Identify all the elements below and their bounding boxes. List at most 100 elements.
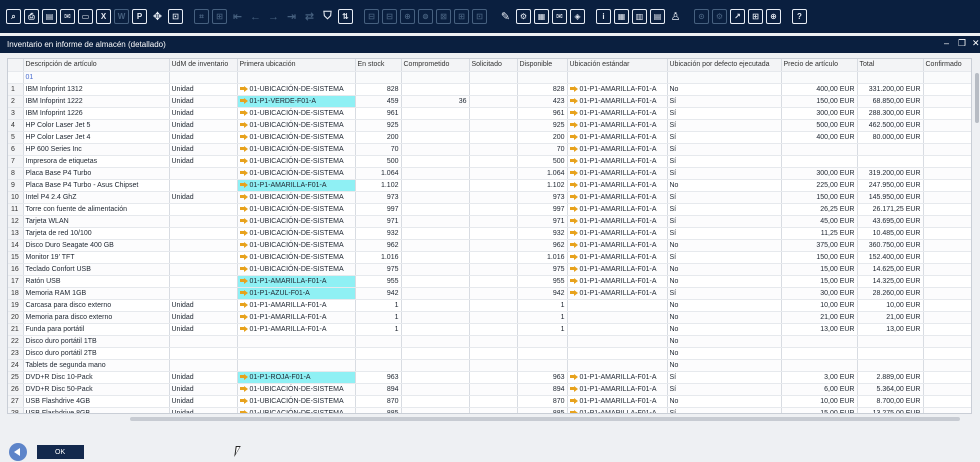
link-arrow-icon[interactable] <box>239 181 248 188</box>
cell-ub1[interactable]: 01-UBICACIÓN-DE-SISTEMA <box>237 143 356 156</box>
link-arrow-icon[interactable] <box>239 85 248 92</box>
cell-ub1[interactable]: 01-UBICACIÓN-DE-SISTEMA <box>237 167 356 180</box>
cell-ub1[interactable]: 01-UBICACIÓN-DE-SISTEMA <box>237 155 356 168</box>
sort-icon[interactable]: ⇅ <box>338 9 353 24</box>
messages-icon[interactable]: ✉ <box>552 9 567 24</box>
link-arrow-icon[interactable] <box>239 217 248 224</box>
cell-ubstd[interactable]: 01-P1-AMARILLA-F01-A <box>567 263 668 276</box>
calendar-icon[interactable]: ▦ <box>614 9 629 24</box>
chart-icon[interactable]: ↗ <box>730 9 745 24</box>
table-row[interactable]: 22 Disco duro portátil 1TB No <box>8 335 971 348</box>
info-icon[interactable]: i <box>596 9 611 24</box>
cell-ub1[interactable]: 01-P1-AZUL-F01-A <box>237 287 356 300</box>
restore-icon[interactable]: ❐ <box>958 38 966 49</box>
column-header[interactable]: UdM de inventario <box>169 59 238 72</box>
link-arrow-icon[interactable] <box>239 301 248 308</box>
filter-layout-icon[interactable]: ⊡ <box>168 9 183 24</box>
link-arrow-icon[interactable] <box>239 397 248 404</box>
link-arrow-icon[interactable] <box>239 289 248 296</box>
table-row[interactable]: 8 Placa Base P4 Turbo 01-UBICACIÓN-DE-SIST… <box>8 167 971 180</box>
cell-ub1[interactable]: 01-P1-ROJA-F01-A <box>237 371 356 384</box>
table-row[interactable]: 1 IBM Infoprint 1312 Unidad 01-UBICACIÓN-DE… <box>8 83 971 96</box>
print-preview-icon[interactable]: ▤ <box>42 9 57 24</box>
link-arrow-icon[interactable] <box>569 133 578 140</box>
link-arrow-icon[interactable] <box>239 325 248 332</box>
cell-ub1[interactable]: 01-UBICACIÓN-DE-SISTEMA <box>237 83 356 96</box>
cell-ubstd[interactable]: 01-P1-AMARILLA-F01-A <box>567 107 668 120</box>
cell-ub1[interactable]: 01-UBICACIÓN-DE-SISTEMA <box>237 227 356 240</box>
horizontal-scrollbar[interactable] <box>130 417 960 421</box>
cell-ubstd[interactable]: 01-P1-AMARILLA-F01-A <box>567 251 668 264</box>
table-row[interactable]: 5 HP Color Laser Jet 4 Unidad 01-UBICACIÓN-… <box>8 131 971 144</box>
cell-ubstd[interactable]: 01-P1-AMARILLA-F01-A <box>567 203 668 216</box>
link-arrow-icon[interactable] <box>239 409 248 413</box>
table-row[interactable]: 17 Ratón USB 01-P1-AMARILLA-F01-A 955 955 01-… <box>8 275 971 288</box>
table-row[interactable]: 11 Torre con fuente de alimentación 01-UBI… <box>8 203 971 216</box>
table-row[interactable]: 4 HP Color Laser Jet 5 Unidad 01-UBICACIÓN-… <box>8 119 971 132</box>
cell-ubstd[interactable]: 01-P1-AMARILLA-F01-A <box>567 287 668 300</box>
print-icon[interactable]: ⎙ <box>24 9 39 24</box>
link-arrow-icon[interactable] <box>569 169 578 176</box>
table-row[interactable]: 12 Tarjeta WLAN 01-UBICACIÓN-DE-SISTEMA 971… <box>8 215 971 228</box>
reports-icon[interactable]: ▤ <box>650 9 665 24</box>
link-arrow-icon[interactable] <box>239 205 248 212</box>
table-row[interactable]: 23 Disco duro portátil 2TB No <box>8 347 971 360</box>
drag-relate-icon[interactable]: ⊞ <box>748 9 763 24</box>
table-row[interactable]: 2 IBM Infoprint 1222 Unidad 01-P1-VERDE-F01… <box>8 95 971 108</box>
user-icon[interactable]: ♙ <box>668 9 683 24</box>
cell-ub1[interactable]: 01-P1-AMARILLA-F01-A <box>237 275 356 288</box>
table-row[interactable]: 28 USB Flashdrive 8GB Unidad 01-UBICACIÓN-D… <box>8 407 971 413</box>
link-arrow-icon[interactable] <box>569 145 578 152</box>
cell-ub1[interactable]: 01-P1-AMARILLA-F01-A <box>237 323 356 336</box>
link-arrow-icon[interactable] <box>569 217 578 224</box>
column-header[interactable]: En stock <box>355 59 402 72</box>
cell-ubstd[interactable]: 01-P1-AMARILLA-F01-A <box>567 395 668 408</box>
alerts-icon[interactable]: ◈ <box>570 9 585 24</box>
link-arrow-icon[interactable] <box>239 97 248 104</box>
warehouse-filter-value[interactable]: 01 <box>23 71 170 84</box>
table-row[interactable]: 10 Intel P4 2.4 GhZ Unidad 01-UBICACIÓN-DE-… <box>8 191 971 204</box>
column-header[interactable]: Comprometido <box>401 59 470 72</box>
link-arrow-icon[interactable] <box>239 265 248 272</box>
export-excel-icon[interactable]: X <box>96 9 111 24</box>
link-arrow-icon[interactable] <box>239 229 248 236</box>
cell-ub1[interactable]: 01-UBICACIÓN-DE-SISTEMA <box>237 191 356 204</box>
cell-ubstd[interactable]: 01-P1-AMARILLA-F01-A <box>567 143 668 156</box>
table-row[interactable]: 18 Memoria RAM 1GB 01-P1-AZUL-F01-A 942 942 0… <box>8 287 971 300</box>
cell-ub1[interactable]: 01-P1-AMARILLA-F01-A <box>237 179 356 192</box>
column-header[interactable]: Precio de artículo <box>781 59 858 72</box>
column-header[interactable]: Ubicación por defecto ejecutada <box>667 59 782 72</box>
link-arrow-icon[interactable] <box>239 133 248 140</box>
ok-button[interactable]: OK <box>37 445 84 459</box>
link-arrow-icon[interactable] <box>239 157 248 164</box>
email-icon[interactable]: ✉ <box>60 9 75 24</box>
link-arrow-icon[interactable] <box>569 205 578 212</box>
link-arrow-icon[interactable] <box>569 385 578 392</box>
column-header[interactable]: Confirmado <box>923 59 971 72</box>
cell-ub1[interactable]: 01-UBICACIÓN-DE-SISTEMA <box>237 383 356 396</box>
cell-ubstd[interactable]: 01-P1-AMARILLA-F01-A <box>567 227 668 240</box>
help-icon[interactable]: ? <box>792 9 807 24</box>
link-arrow-icon[interactable] <box>569 181 578 188</box>
form-settings-icon[interactable]: ⚙ <box>516 9 531 24</box>
link-arrow-icon[interactable] <box>569 229 578 236</box>
link-arrow-icon[interactable] <box>569 241 578 248</box>
table-row[interactable]: 19 Carcasa para disco externo Unidad 01-P1-… <box>8 299 971 312</box>
link-arrow-icon[interactable] <box>569 85 578 92</box>
cell-ub1[interactable]: 01-UBICACIÓN-DE-SISTEMA <box>237 119 356 132</box>
link-arrow-icon[interactable] <box>569 265 578 272</box>
cell-ubstd[interactable]: 01-P1-AMARILLA-F01-A <box>567 131 668 144</box>
web-icon[interactable]: ⊕ <box>766 9 781 24</box>
link-arrow-icon[interactable] <box>239 121 248 128</box>
link-arrow-icon[interactable] <box>239 313 248 320</box>
table-row[interactable]: 15 Monitor 19' TFT 01-UBICACIÓN-DE-SISTEMA… <box>8 251 971 264</box>
link-arrow-icon[interactable] <box>239 373 248 380</box>
cell-ub1[interactable]: 01-UBICACIÓN-DE-SISTEMA <box>237 239 356 252</box>
table-row[interactable]: 20 Memoria para disco externo Unidad 01-P1-… <box>8 311 971 324</box>
link-arrow-icon[interactable] <box>239 241 248 248</box>
link-arrow-icon[interactable] <box>239 253 248 260</box>
link-arrow-icon[interactable] <box>569 373 578 380</box>
link-arrow-icon[interactable] <box>239 169 248 176</box>
cell-ubstd[interactable]: 01-P1-AMARILLA-F01-A <box>567 83 668 96</box>
link-arrow-icon[interactable] <box>569 397 578 404</box>
